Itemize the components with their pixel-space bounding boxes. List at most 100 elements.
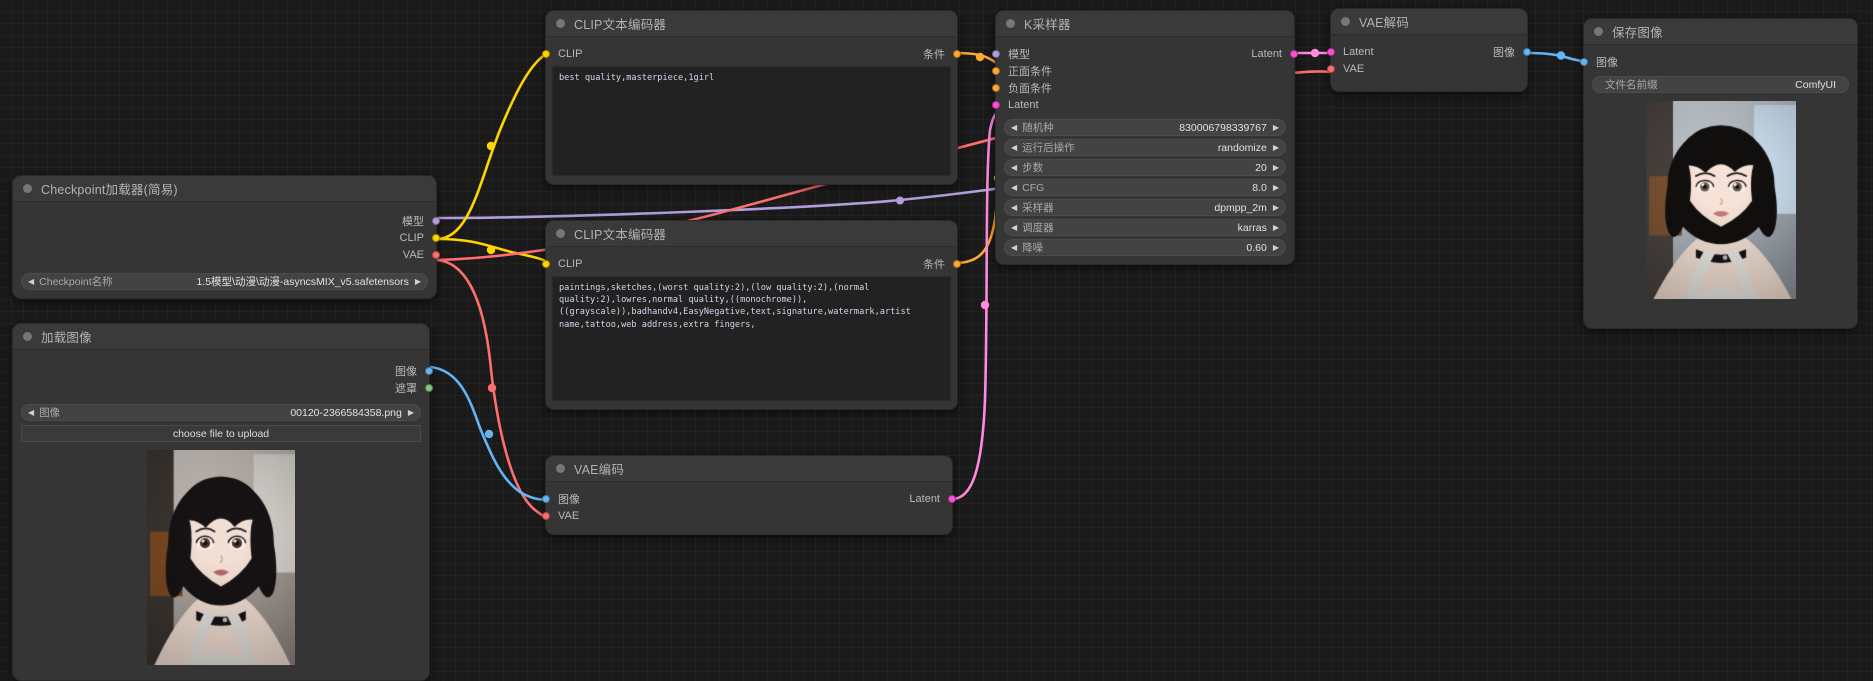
port-dot-clip-in[interactable]: [542, 259, 550, 268]
io-row-model-latent: 模型 Latent: [992, 45, 1298, 62]
chevron-right-icon[interactable]: ▶: [1273, 223, 1279, 232]
collapse-circle-icon[interactable]: [1594, 27, 1603, 36]
port-dot-model[interactable]: [432, 216, 440, 225]
widget-value[interactable]: 00120-2366584358.png: [290, 407, 402, 419]
node-clip-text-encode-positive[interactable]: CLIP文本编码器 CLIP 条件 best quality,masterpie…: [542, 10, 961, 185]
chevron-left-icon[interactable]: ◀: [1011, 163, 1017, 172]
port-dot-latent-out[interactable]: [948, 494, 956, 503]
collapse-circle-icon[interactable]: [556, 19, 565, 28]
chevron-left-icon[interactable]: ◀: [1011, 183, 1017, 192]
widget-value[interactable]: 0.60: [1246, 242, 1266, 254]
port-dot-positive-in[interactable]: [992, 66, 1000, 75]
node-header[interactable]: CLIP文本编码器: [546, 221, 957, 247]
chevron-left-icon[interactable]: ◀: [1011, 223, 1017, 232]
collapse-circle-icon[interactable]: [556, 464, 565, 473]
input-port-negative[interactable]: 负面条件: [992, 79, 1294, 96]
port-dot-image-in[interactable]: [1580, 57, 1588, 66]
port-dot-vae-in[interactable]: [542, 511, 550, 520]
widget-value[interactable]: 830006798339767: [1179, 122, 1267, 134]
widget-value[interactable]: 20: [1255, 162, 1267, 174]
widget-value[interactable]: ComfyUI: [1795, 79, 1836, 91]
chevron-right-icon[interactable]: ▶: [1273, 203, 1279, 212]
widget-control-after-generate[interactable]: ◀ 运行后操作 randomize ▶: [1004, 139, 1286, 156]
node-checkpoint-loader[interactable]: Checkpoint加载器(简易) 模型 CLIP VAE ◀ Checkpoi…: [12, 175, 440, 299]
widget-sampler-name[interactable]: ◀ 采样器 dpmpp_2m ▶: [1004, 199, 1286, 216]
output-port-vae[interactable]: VAE: [13, 246, 440, 263]
prompt-textarea-positive[interactable]: best quality,masterpiece,1girl: [552, 66, 951, 176]
port-dot-negative-in[interactable]: [992, 83, 1000, 92]
node-save-image[interactable]: 保存图像 图像 文件名前缀 ComfyUI: [1580, 18, 1858, 329]
node-clip-text-encode-negative[interactable]: CLIP文本编码器 CLIP 条件 paintings,sketches,(wo…: [542, 220, 961, 410]
widget-denoise[interactable]: ◀ 降噪 0.60 ▶: [1004, 239, 1286, 256]
chevron-right-icon[interactable]: ▶: [1273, 123, 1279, 132]
port-dot-clip-in[interactable]: [542, 49, 550, 58]
collapse-circle-icon[interactable]: [23, 184, 32, 193]
node-vae-encode[interactable]: VAE编码 图像 Latent VAE: [542, 455, 956, 535]
chevron-right-icon[interactable]: ▶: [1273, 183, 1279, 192]
port-dot-latent-in[interactable]: [992, 100, 1000, 109]
chevron-left-icon[interactable]: ◀: [28, 408, 34, 417]
node-header[interactable]: K采样器: [996, 11, 1294, 37]
node-header[interactable]: VAE解码: [1331, 9, 1527, 35]
comfyui-graph-canvas[interactable]: Checkpoint加载器(简易) 模型 CLIP VAE ◀ Checkpoi…: [0, 0, 1873, 681]
node-header[interactable]: Checkpoint加载器(简易): [13, 176, 436, 202]
port-dot-image[interactable]: [425, 366, 433, 375]
port-dot-conditioning-out[interactable]: [953, 49, 961, 58]
collapse-circle-icon[interactable]: [1341, 17, 1350, 26]
chevron-left-icon[interactable]: ◀: [1011, 203, 1017, 212]
chevron-left-icon[interactable]: ◀: [1011, 143, 1017, 152]
port-dot-model-in[interactable]: [992, 49, 1000, 58]
widget-steps[interactable]: ◀ 步数 20 ▶: [1004, 159, 1286, 176]
port-dot-vae-in[interactable]: [1327, 64, 1335, 73]
input-port-vae[interactable]: VAE: [542, 507, 952, 524]
output-port-clip[interactable]: CLIP: [13, 229, 440, 246]
node-header[interactable]: VAE编码: [546, 456, 952, 482]
input-port-image[interactable]: 图像: [1580, 53, 1857, 70]
chevron-right-icon[interactable]: ▶: [1273, 143, 1279, 152]
port-dot-image-out[interactable]: [1523, 47, 1531, 56]
chevron-left-icon[interactable]: ◀: [1011, 243, 1017, 252]
widget-image-name[interactable]: ◀ 图像 00120-2366584358.png ▶: [21, 404, 421, 421]
collapse-circle-icon[interactable]: [23, 332, 32, 341]
input-port-vae[interactable]: VAE: [1327, 60, 1527, 77]
chevron-right-icon[interactable]: ▶: [1273, 243, 1279, 252]
widget-value[interactable]: randomize: [1218, 142, 1267, 154]
collapse-circle-icon[interactable]: [1006, 19, 1015, 28]
chevron-right-icon[interactable]: ▶: [1273, 163, 1279, 172]
widget-scheduler[interactable]: ◀ 调度器 karras ▶: [1004, 219, 1286, 236]
node-load-image[interactable]: 加载图像 图像 遮罩 ◀ 图像 00120-2366584358.png ▶ c…: [12, 323, 433, 681]
port-dot-clip[interactable]: [432, 233, 440, 242]
node-vae-decode[interactable]: VAE解码 Latent 图像 VAE: [1327, 8, 1531, 92]
widget-filename-prefix[interactable]: 文件名前缀 ComfyUI: [1592, 76, 1849, 93]
node-header[interactable]: CLIP文本编码器: [546, 11, 957, 37]
chevron-left-icon[interactable]: ◀: [28, 277, 34, 286]
output-port-model[interactable]: 模型: [13, 212, 440, 229]
upload-file-button[interactable]: choose file to upload: [21, 425, 421, 442]
input-port-positive[interactable]: 正面条件: [992, 62, 1294, 79]
port-dot-image-in[interactable]: [542, 494, 550, 503]
node-header[interactable]: 加载图像: [13, 324, 429, 350]
port-dot-conditioning-out[interactable]: [953, 259, 961, 268]
widget-value[interactable]: 8.0: [1252, 182, 1267, 194]
input-port-latent[interactable]: Latent: [992, 96, 1294, 113]
widget-value[interactable]: 1.5模型\动漫\动漫-asyncsMIX_v5.safetensors: [196, 274, 408, 289]
node-header[interactable]: 保存图像: [1584, 19, 1857, 45]
widget-value[interactable]: dpmpp_2m: [1214, 202, 1267, 214]
output-port-mask[interactable]: 遮罩: [13, 379, 433, 396]
prompt-textarea-negative[interactable]: paintings,sketches,(worst quality:2),(lo…: [552, 276, 951, 401]
port-dot-latent-in[interactable]: [1327, 47, 1335, 56]
widget-value[interactable]: karras: [1238, 222, 1267, 234]
widget-seed[interactable]: ◀ 随机种 830006798339767 ▶: [1004, 119, 1286, 136]
chevron-left-icon[interactable]: ◀: [1011, 123, 1017, 132]
port-dot-vae[interactable]: [432, 250, 440, 259]
port-dot-latent-out[interactable]: [1290, 49, 1298, 58]
node-ksampler[interactable]: K采样器 模型 Latent 正面条件 负面条件 Latent ◀ 随机种 83…: [992, 10, 1298, 265]
collapse-circle-icon[interactable]: [556, 229, 565, 238]
widget-cfg[interactable]: ◀ CFG 8.0 ▶: [1004, 179, 1286, 196]
port-label: Latent: [1251, 47, 1282, 60]
output-port-image[interactable]: 图像: [13, 362, 433, 379]
chevron-right-icon[interactable]: ▶: [415, 277, 421, 286]
chevron-right-icon[interactable]: ▶: [408, 408, 414, 417]
port-dot-mask[interactable]: [425, 383, 433, 392]
widget-ckpt-name[interactable]: ◀ Checkpoint名称 1.5模型\动漫\动漫-asyncsMIX_v5.…: [21, 273, 428, 290]
